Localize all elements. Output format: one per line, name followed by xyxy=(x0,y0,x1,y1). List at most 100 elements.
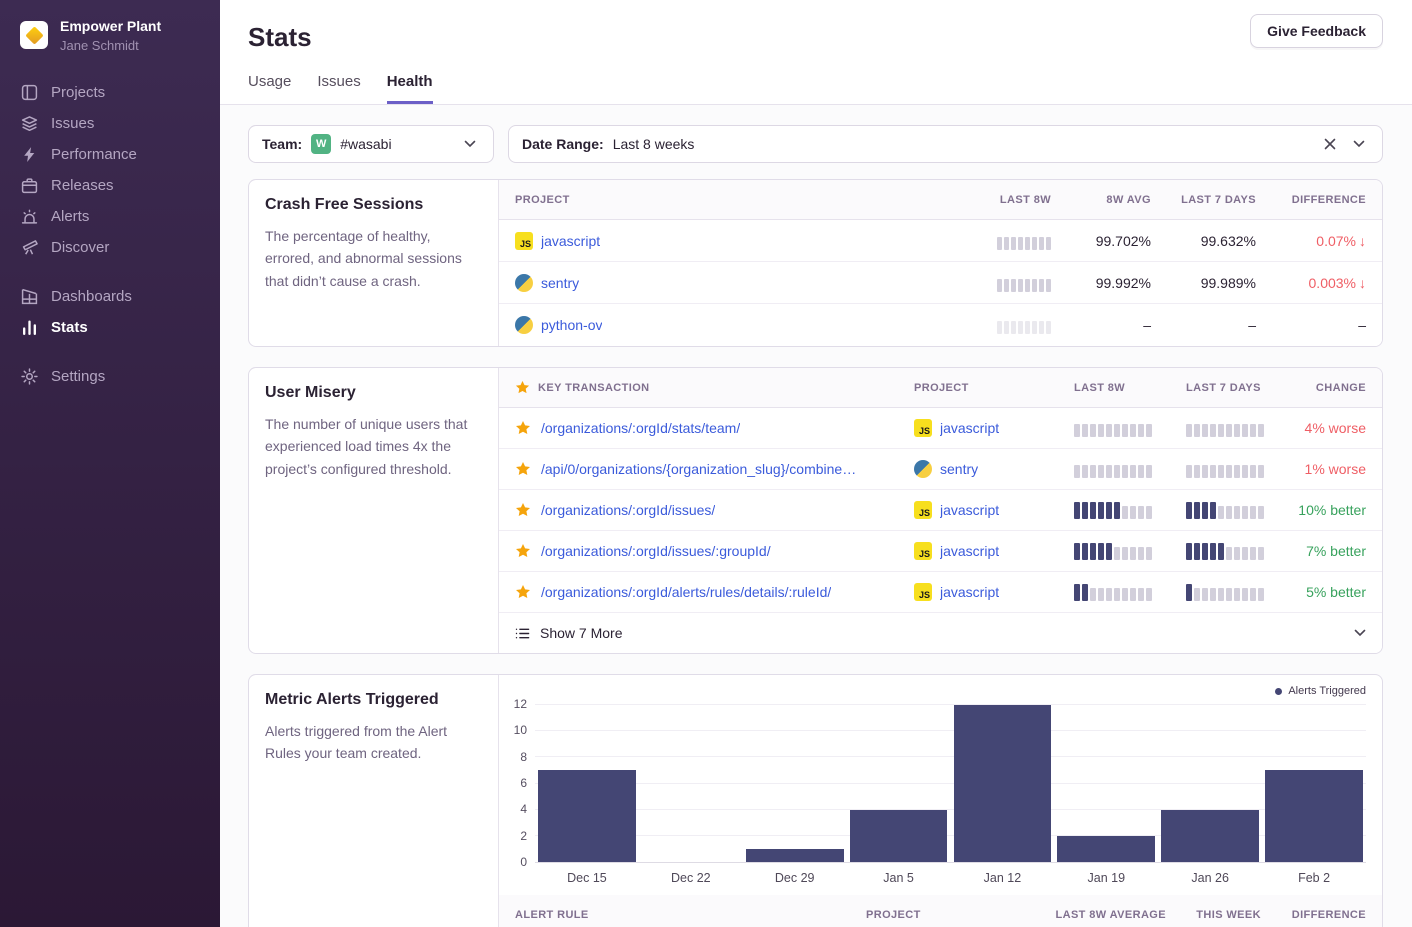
project-link[interactable]: sentry xyxy=(541,275,579,291)
last-7d-value: – xyxy=(1248,317,1256,333)
date-range-select[interactable]: Date Range: Last 8 weeks xyxy=(508,125,1383,163)
stats-icon xyxy=(21,319,38,336)
sidebar-item-label: Stats xyxy=(51,319,88,336)
key-transaction-star-icon[interactable] xyxy=(515,584,531,600)
javascript-platform-icon: JS xyxy=(914,419,932,437)
spark-bar xyxy=(1122,547,1128,560)
sidebar-item-dashboards[interactable]: Dashboards xyxy=(0,281,220,312)
project-link[interactable]: javascript xyxy=(940,584,999,600)
spark-bar xyxy=(1146,465,1152,478)
spark-bar xyxy=(1258,547,1264,560)
sidebar-item-stats[interactable]: Stats xyxy=(0,312,220,343)
project-link[interactable]: javascript xyxy=(940,502,999,518)
key-transaction-star-icon[interactable] xyxy=(515,502,531,518)
team-select[interactable]: Team: W #wasabi xyxy=(248,125,494,163)
spark-bar xyxy=(1032,279,1037,292)
transaction-link[interactable]: /organizations/:orgId/issues/:groupId/ xyxy=(541,543,771,559)
difference-value: – xyxy=(1358,317,1366,333)
project-link[interactable]: javascript xyxy=(541,233,600,249)
column-header: 8W AVG xyxy=(1106,194,1151,206)
avg-8w-value: 99.992% xyxy=(1096,275,1151,291)
tab-bar: Usage Issues Health xyxy=(248,73,1383,104)
spark-bar xyxy=(1194,465,1200,478)
table-row: python-ov – – – xyxy=(499,304,1382,346)
column-header: PROJECT xyxy=(914,382,1074,394)
transaction-link[interactable]: /organizations/:orgId/issues/ xyxy=(541,502,715,518)
chart-bar-jan-19 xyxy=(1057,836,1155,862)
transaction-link[interactable]: /organizations/:orgId/stats/team/ xyxy=(541,420,740,436)
spark-bar xyxy=(1004,321,1009,334)
filter-row: Team: W #wasabi Date Range: Last 8 weeks xyxy=(248,125,1383,163)
spark-bar xyxy=(1130,588,1136,601)
spark-bar xyxy=(1011,279,1016,292)
key-transaction-star-icon[interactable] xyxy=(515,461,531,477)
sidebar-item-settings[interactable]: Settings xyxy=(0,361,220,392)
sidebar-item-performance[interactable]: Performance xyxy=(0,139,220,170)
y-axis-label: 4 xyxy=(520,802,527,816)
spark-bar xyxy=(1074,465,1080,478)
user-name: Jane Schmidt xyxy=(60,38,161,53)
chart-legend: Alerts Triggered xyxy=(507,683,1366,699)
spark-bar xyxy=(1130,424,1136,437)
tab-issues[interactable]: Issues xyxy=(317,73,360,104)
spark-bar xyxy=(1234,547,1240,560)
user-misery-description-column: User Misery The number of unique users t… xyxy=(249,368,499,653)
sparkline xyxy=(997,274,1051,292)
spark-bar xyxy=(1202,502,1208,519)
python-platform-icon xyxy=(914,460,932,478)
change-value: 4% worse xyxy=(1305,420,1366,436)
transaction-link[interactable]: /organizations/:orgId/alerts/rules/detai… xyxy=(541,584,831,600)
discover-icon xyxy=(21,239,38,256)
x-axis-label: Dec 15 xyxy=(535,871,639,885)
sparkline-8w xyxy=(1074,583,1186,601)
performance-icon xyxy=(21,146,38,163)
give-feedback-button[interactable]: Give Feedback xyxy=(1250,14,1383,48)
transaction-link[interactable]: /api/0/organizations/{organization_slug}… xyxy=(541,461,856,477)
spark-bar xyxy=(1242,547,1248,560)
sidebar-item-releases[interactable]: Releases xyxy=(0,170,220,201)
spark-bar xyxy=(1114,424,1120,437)
tab-usage[interactable]: Usage xyxy=(248,73,291,104)
spark-bar xyxy=(1194,588,1200,601)
metric-alerts-chart-area: Alerts Triggered 024681012 Dec 15Dec 22D… xyxy=(499,675,1382,927)
crash-free-description-column: Crash Free Sessions The percentage of he… xyxy=(249,180,499,346)
sparkline-7d xyxy=(1186,419,1286,437)
org-switcher[interactable]: Empower Plant Jane Schmidt xyxy=(0,18,220,77)
star-icon xyxy=(515,380,530,395)
project-link[interactable]: javascript xyxy=(940,420,999,436)
page-header: Stats Give Feedback Usage Issues Health xyxy=(220,0,1412,105)
spark-bar xyxy=(1039,321,1044,334)
panel-title: Crash Free Sessions xyxy=(265,196,482,214)
spark-bar xyxy=(1138,465,1144,478)
spark-bar xyxy=(1210,543,1216,560)
sidebar-item-alerts[interactable]: Alerts xyxy=(0,201,220,232)
spark-bar xyxy=(1025,237,1030,250)
spark-bar xyxy=(1146,424,1152,437)
project-link[interactable]: javascript xyxy=(940,543,999,559)
key-transaction-star-icon[interactable] xyxy=(515,543,531,559)
last-7d-value: 99.989% xyxy=(1201,275,1256,291)
change-value: 1% worse xyxy=(1305,461,1366,477)
tab-health[interactable]: Health xyxy=(387,73,433,104)
show-more-button[interactable]: Show 7 More xyxy=(499,613,1382,653)
clear-icon[interactable] xyxy=(1320,134,1340,154)
spark-bar xyxy=(1250,588,1256,601)
spark-bar xyxy=(1250,506,1256,519)
table-row: /organizations/:orgId/issues/ JS javascr… xyxy=(499,490,1382,531)
spark-bar xyxy=(1146,506,1152,519)
sidebar-item-projects[interactable]: Projects xyxy=(0,77,220,108)
project-link[interactable]: python-ov xyxy=(541,317,602,333)
spark-bar xyxy=(1046,279,1051,292)
project-link[interactable]: sentry xyxy=(940,461,978,477)
spark-bar xyxy=(1025,279,1030,292)
spark-bar xyxy=(997,321,1002,334)
chart-bar-jan-5 xyxy=(850,810,948,862)
sidebar-item-issues[interactable]: Issues xyxy=(0,108,220,139)
sidebar-item-discover[interactable]: Discover xyxy=(0,232,220,263)
spark-bar xyxy=(1039,279,1044,292)
column-header: LAST 7 DAYS xyxy=(1186,382,1286,394)
spark-bar xyxy=(1250,547,1256,560)
down-arrow-icon: ↓ xyxy=(1359,233,1366,249)
key-transaction-star-icon[interactable] xyxy=(515,420,531,436)
spark-bar xyxy=(1210,502,1216,519)
